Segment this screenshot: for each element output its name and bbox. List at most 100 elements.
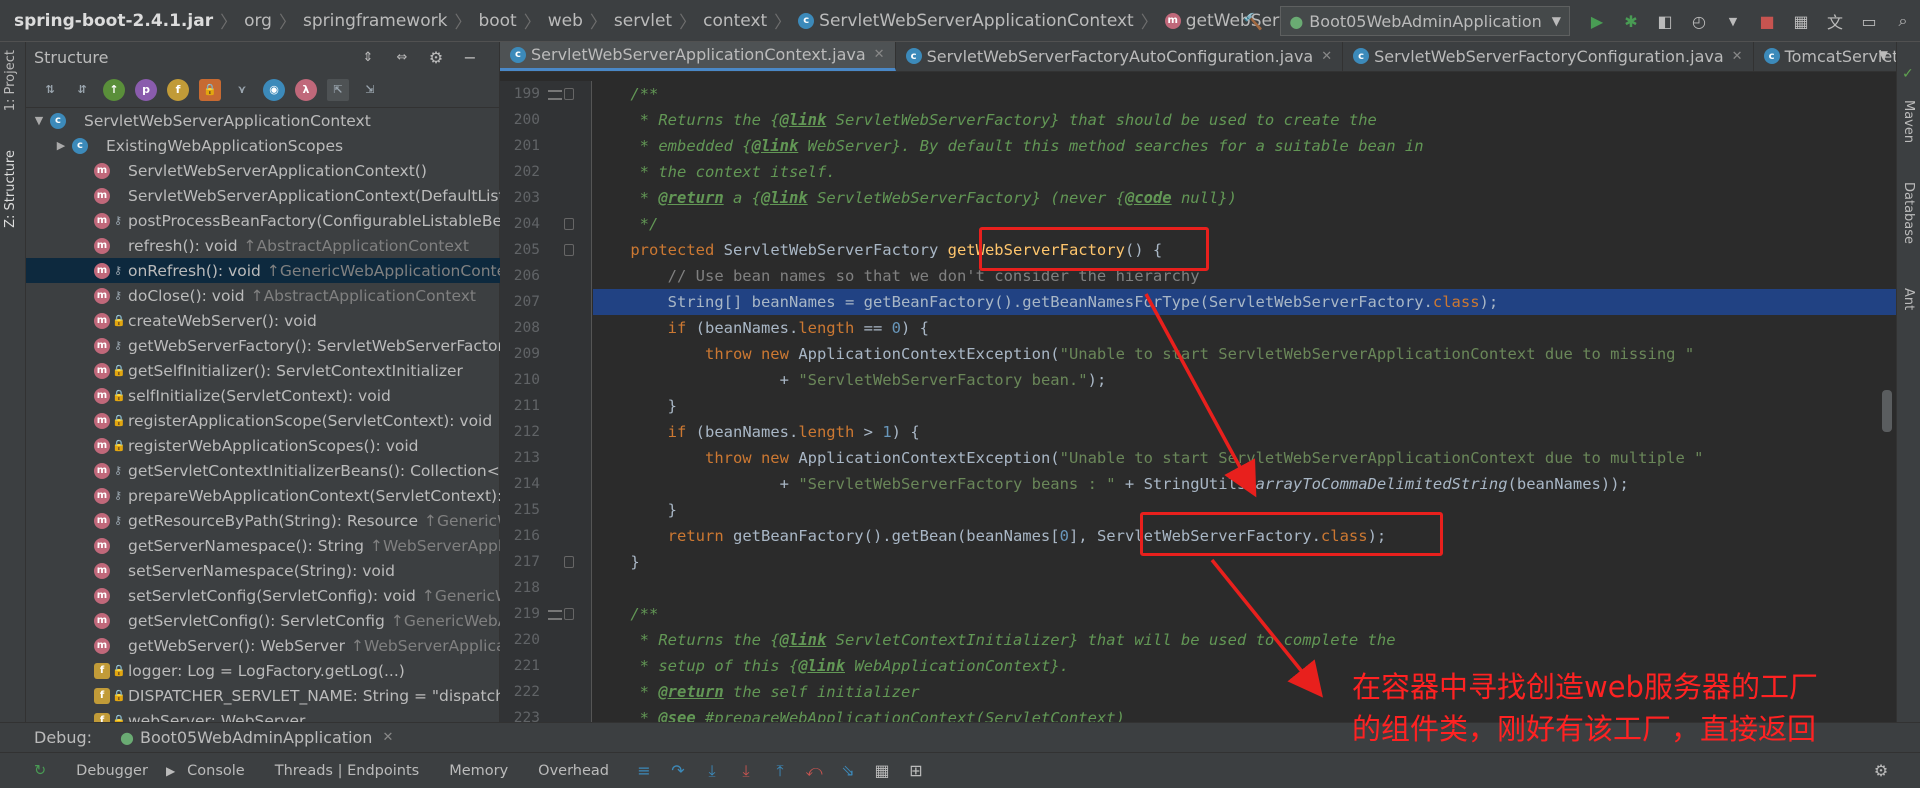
structure-item[interactable]: f 🔒 webServer: WebServer xyxy=(26,708,500,722)
menu-icon[interactable]: ≡ xyxy=(633,760,655,782)
structure-item[interactable]: f 🔒 DISPATCHER_SERVLET_NAME: String = "dis… xyxy=(26,683,500,708)
structure-item[interactable]: m 🔒 registerWebApplicationScopes(): void xyxy=(26,433,500,458)
rerun-icon[interactable]: ↻ xyxy=(34,763,46,779)
tab-maven[interactable]: Maven xyxy=(1901,100,1916,143)
fold-marker-icon[interactable] xyxy=(564,218,574,230)
fold-marker-icon[interactable] xyxy=(564,608,574,620)
code-line[interactable]: /** xyxy=(593,601,1896,627)
close-icon[interactable]: ✕ xyxy=(1732,49,1743,64)
evaluate-icon[interactable]: ▦ xyxy=(871,760,893,782)
tab-memory[interactable]: Memory xyxy=(449,763,508,779)
show-non-public-icon[interactable]: 🔒 xyxy=(199,78,221,101)
debug-icon[interactable]: ✱ xyxy=(1620,10,1642,32)
structure-item[interactable]: m 🔒 registerApplicationScope(ServletContex… xyxy=(26,408,500,433)
step-into-icon[interactable]: ⤓ xyxy=(701,760,723,782)
structure-item[interactable]: m setServerNamespace(String): void xyxy=(26,558,500,583)
coverage-icon[interactable]: ◧ xyxy=(1654,10,1676,32)
editor-tab[interactable]: c ServletWebServerFactoryAutoConfiguratio… xyxy=(896,42,1344,71)
close-icon[interactable]: ✕ xyxy=(382,730,393,745)
close-icon[interactable]: ✕ xyxy=(1321,49,1332,64)
stop-icon[interactable]: ■ xyxy=(1756,10,1778,32)
code-line[interactable]: if (beanNames.length == 0) { xyxy=(593,315,1896,341)
expand-all-icon[interactable]: ⇕ xyxy=(357,46,379,68)
autoscroll-to-source-icon[interactable]: ⇱ xyxy=(327,78,349,101)
structure-item[interactable]: m 🔒 getSelfInitializer(): ServletContextIn… xyxy=(26,358,500,383)
show-properties-icon[interactable]: p xyxy=(135,78,157,101)
structure-item[interactable]: m ⚷ postProcessBeanFactory(ConfigurableLis… xyxy=(26,208,500,233)
code-line[interactable]: String[] beanNames = getBeanFactory().ge… xyxy=(593,289,1896,315)
breadcrumb-item[interactable]: c ServletWebServerApplicationContext xyxy=(798,0,1134,42)
structure-item[interactable]: m ⚷ doClose(): void ↑AbstractApplicationCon… xyxy=(26,283,500,308)
breadcrumb-item[interactable]: springframework xyxy=(303,0,447,42)
fold-marker-icon[interactable] xyxy=(564,88,574,100)
structure-item[interactable]: ▼ c ServletWebServerApplicationContext xyxy=(26,108,500,133)
code-line[interactable] xyxy=(593,575,1896,601)
editor-scrollbar[interactable] xyxy=(1882,390,1892,432)
tab-overhead[interactable]: Overhead xyxy=(538,763,609,779)
show-anonymous-icon[interactable]: ⋎ xyxy=(231,79,253,101)
project-structure-icon[interactable]: ▦ xyxy=(1790,10,1812,32)
breadcrumb-item[interactable]: org xyxy=(244,0,272,42)
chevron-down-icon[interactable]: ▼ xyxy=(32,114,46,127)
structure-item[interactable]: m 🔒 createWebServer(): void xyxy=(26,308,500,333)
chevron-right-icon[interactable]: ▶ xyxy=(54,139,68,152)
tab-database[interactable]: Database xyxy=(1901,182,1916,244)
fold-marker-icon[interactable] xyxy=(564,244,574,256)
tab-project[interactable]: 1: Project xyxy=(3,50,18,111)
editor-tab[interactable]: c ServletWebServerFactoryConfiguration.ja… xyxy=(1343,42,1754,71)
structure-item[interactable]: m getServletConfig(): ServletConfig ↑Gener… xyxy=(26,608,500,633)
structure-item[interactable]: m ⚷ prepareWebApplicationContext(ServletCo… xyxy=(26,483,500,508)
code-line[interactable]: + "ServletWebServerFactory beans : " + S… xyxy=(593,471,1896,497)
tab-list-chevron-icon[interactable]: ▼ xyxy=(1879,48,1888,62)
structure-item[interactable]: m getWebServer(): WebServer ↑WebServerAppl… xyxy=(26,633,500,658)
structure-item[interactable]: f 🔒 logger: Log = LogFactory.getLog(...) xyxy=(26,658,500,683)
tab-ant[interactable]: Ant xyxy=(1901,288,1916,310)
minimize-icon[interactable]: − xyxy=(459,46,481,68)
lambda-icon[interactable]: λ xyxy=(295,78,317,101)
tab-structure[interactable]: Z: Structure xyxy=(3,150,18,228)
fold-marker-icon[interactable] xyxy=(564,556,574,568)
trace-icon[interactable]: ⊞ xyxy=(905,760,927,782)
debug-config-tab[interactable]: Boot05WebAdminApplication xyxy=(140,728,372,747)
code-line[interactable]: throw new ApplicationContextException("U… xyxy=(593,341,1896,367)
editor-tab[interactable]: c ServletWebServerApplicationContext.java… xyxy=(500,42,896,71)
structure-item[interactable]: m ⚷ onRefresh(): void ↑GenericWebApplicatio… xyxy=(26,258,500,283)
code-line[interactable]: protected ServletWebServerFactory getWeb… xyxy=(593,237,1896,263)
translate-icon[interactable]: 文 xyxy=(1824,10,1846,32)
run-icon[interactable]: ▶ xyxy=(1586,10,1608,32)
breadcrumb-item[interactable]: context xyxy=(703,0,767,42)
structure-item[interactable]: m ⚷ getResourceByPath(String): Resource ↑Ge… xyxy=(26,508,500,533)
sort-visibility-icon[interactable]: ⇵ xyxy=(71,79,93,101)
structure-item[interactable]: m ServletWebServerApplicationContext(Defa… xyxy=(26,183,500,208)
code-line[interactable]: * Returns the {@link ServletWebServerFac… xyxy=(593,107,1896,133)
sort-alpha-icon[interactable]: ⇅ xyxy=(39,79,61,101)
force-step-into-icon[interactable]: ⤓ xyxy=(735,760,757,782)
breadcrumb-item[interactable]: boot xyxy=(478,0,516,42)
close-icon[interactable]: ✕ xyxy=(874,47,885,62)
profile-icon[interactable]: ◴ xyxy=(1688,10,1710,32)
structure-item[interactable]: m ⚷ getWebServerFactory(): ServletWebServe… xyxy=(26,333,500,358)
layout-icon[interactable]: ▭ xyxy=(1858,10,1880,32)
tab-debugger[interactable]: Debugger xyxy=(76,763,148,779)
code-line[interactable]: /** xyxy=(593,81,1896,107)
code-line[interactable]: if (beanNames.length > 1) { xyxy=(593,419,1896,445)
code-line[interactable]: * the context itself. xyxy=(593,159,1896,185)
step-out-icon[interactable]: ⤒ xyxy=(769,760,791,782)
code-line[interactable]: */ xyxy=(593,211,1896,237)
gear-icon[interactable]: ⚙ xyxy=(425,46,447,68)
structure-item[interactable]: m refresh(): void ↑AbstractApplicationCont… xyxy=(26,233,500,258)
breadcrumb-item[interactable]: servlet xyxy=(614,0,672,42)
search-icon[interactable]: ⌕ xyxy=(1892,10,1914,32)
structure-item[interactable]: m 🔒 selfInitialize(ServletContext): void xyxy=(26,383,500,408)
build-hammer-icon[interactable]: 🔨 xyxy=(1242,10,1264,32)
structure-item[interactable]: m getServerNamespace(): String ↑WebServerA… xyxy=(26,533,500,558)
tab-threads-endpoints[interactable]: Threads | Endpoints xyxy=(275,763,419,779)
code-line[interactable]: * Returns the {@link ServletContextIniti… xyxy=(593,627,1896,653)
show-lambdas-icon[interactable]: ◉ xyxy=(263,78,285,101)
show-inherited-icon[interactable]: ↑ xyxy=(103,78,125,101)
show-fields-icon[interactable]: f xyxy=(167,78,189,101)
breadcrumb-item[interactable]: web xyxy=(548,0,583,42)
code-line[interactable]: + "ServletWebServerFactory bean."); xyxy=(593,367,1896,393)
step-over-icon[interactable]: ↷ xyxy=(667,760,689,782)
settings-icon[interactable]: ⚙ xyxy=(1870,760,1892,782)
